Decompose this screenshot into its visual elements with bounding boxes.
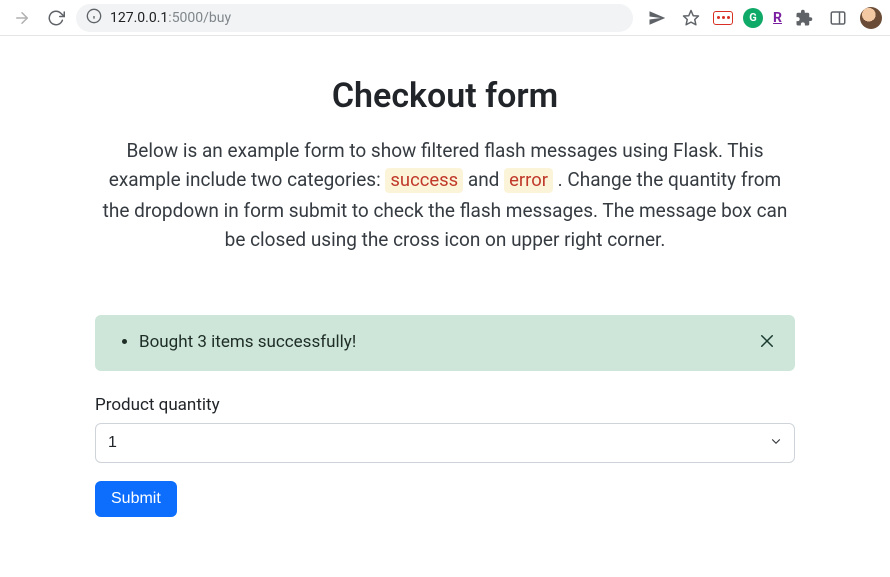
page-lead: Below is an example form to show filtere… [95,136,795,255]
reload-button[interactable] [42,4,70,32]
bookmark-star-icon[interactable] [679,6,703,30]
quantity-label: Product quantity [95,395,795,415]
flash-alert: Bought 3 items successfully! [95,315,795,371]
page-title: Checkout form [95,76,795,116]
toolbar-right: G R [639,6,882,30]
flash-message: Bought 3 items successfully! [139,331,747,355]
browser-toolbar: 127.0.0.1:5000/buy G R [0,0,890,36]
submit-button[interactable]: Submit [95,481,177,517]
alert-close-button[interactable] [753,329,781,357]
grammarly-extension-icon[interactable]: G [743,8,763,28]
code-error: error [504,168,553,193]
send-icon[interactable] [645,6,669,30]
page-content: Checkout form Below is an example form t… [0,36,890,577]
address-bar[interactable]: 127.0.0.1:5000/buy [76,4,633,32]
url-text: 127.0.0.1:5000/buy [110,10,231,26]
close-icon [758,332,776,354]
site-info-icon[interactable] [86,8,102,28]
rakuten-extension-icon[interactable]: R [773,10,782,26]
code-success: success [385,168,463,193]
quantity-select[interactable] [95,423,795,463]
extensions-puzzle-icon[interactable] [792,6,816,30]
extension-icon[interactable] [713,11,733,25]
forward-button[interactable] [8,4,36,32]
profile-avatar[interactable] [860,7,882,29]
side-panel-icon[interactable] [826,6,850,30]
